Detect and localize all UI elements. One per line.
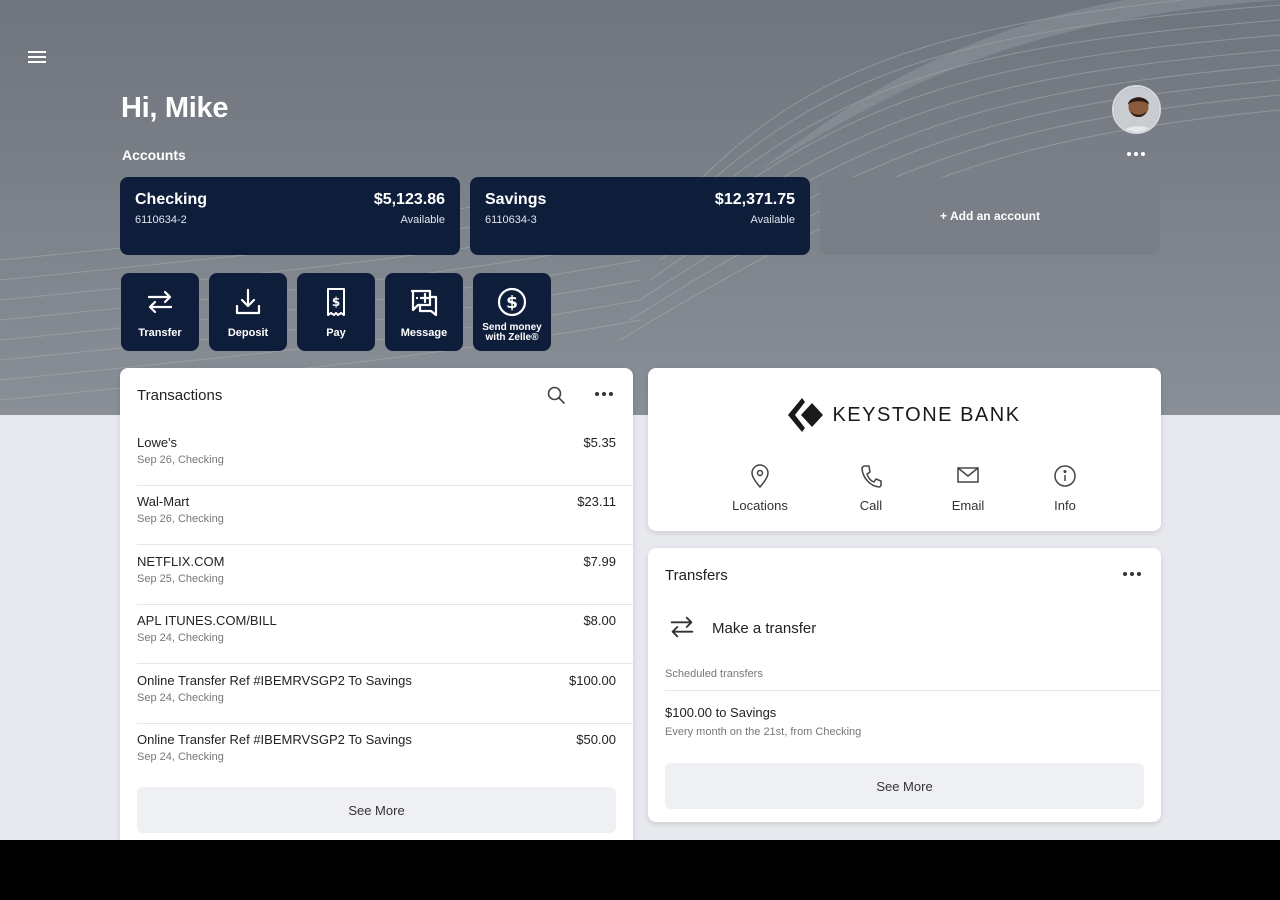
svg-text:$: $ [332, 295, 340, 309]
transaction-row[interactable]: Online Transfer Ref #IBEMRVSGP2 To Savin… [120, 724, 633, 783]
contact-label: Call [859, 498, 883, 513]
transactions-title: Transactions [137, 387, 223, 404]
make-transfer-button[interactable]: Make a transfer [665, 610, 965, 644]
transaction-description: Online Transfer Ref #IBEMRVSGP2 To Savin… [137, 673, 412, 688]
transaction-detail: Sep 24, Checking [137, 632, 224, 644]
location-pin-icon [715, 464, 805, 490]
account-balance: $12,371.75 [714, 191, 795, 208]
transaction-description: Wal-Mart [137, 494, 190, 509]
message-button[interactable]: Message [385, 273, 463, 351]
balance-label: Available [400, 214, 445, 226]
svg-text:$: $ [506, 293, 518, 313]
account-name: Checking [135, 191, 208, 208]
deposit-button[interactable]: Deposit [209, 273, 287, 351]
quick-action-label: Pay [326, 327, 346, 339]
scheduled-transfer-item[interactable]: $100.00 to Savings Every month on the 21… [665, 705, 1135, 745]
transaction-amount: $100.00 [569, 673, 616, 688]
info-icon [1020, 464, 1110, 490]
email-button[interactable]: Email [923, 464, 1013, 513]
row-divider [137, 544, 633, 545]
account-number: 6110634-3 [485, 214, 537, 226]
quick-action-label: Send money with Zelle® [482, 322, 542, 343]
account-balance: $5,123.86 [373, 191, 445, 208]
transaction-detail: Sep 24, Checking [137, 751, 224, 763]
row-divider [137, 663, 633, 664]
account-card-checking[interactable]: Checking 6110634-2 $5,123.86 Available [120, 177, 460, 255]
bank-name: KEYSTONE BANK [832, 403, 1021, 426]
zelle-dollar-icon: $ [473, 286, 551, 318]
contact-label: Email [951, 498, 985, 513]
bottom-black-bar [0, 840, 1280, 900]
call-button[interactable]: Call [826, 464, 916, 513]
transfer-icon [121, 286, 199, 318]
transfer-button[interactable]: Transfer [121, 273, 199, 351]
transaction-amount: $23.11 [577, 494, 616, 509]
send-money-zelle-button[interactable]: $ Send money with Zelle® [473, 273, 551, 351]
transaction-description: Lowe's [137, 435, 178, 450]
transaction-row[interactable]: NETFLIX.COM Sep 25, Checking $7.99 [120, 546, 633, 605]
contact-label: Locations [732, 498, 788, 513]
transaction-detail: Sep 26, Checking [137, 513, 224, 525]
locations-button[interactable]: Locations [715, 464, 805, 513]
scheduled-transfers-label: Scheduled transfers [665, 668, 763, 680]
quick-action-label: Message [400, 327, 448, 339]
transactions-card: Transactions Lowe's Sep 26, Checking $5.… [120, 368, 633, 848]
transaction-description: NETFLIX.COM [137, 554, 225, 569]
scheduled-transfer-title: $100.00 to Savings [665, 705, 777, 720]
scheduled-transfer-detail: Every month on the 21st, from Checking [665, 726, 862, 738]
message-icon [385, 286, 463, 318]
quick-action-label: Transfer [138, 327, 182, 339]
pay-icon: $ [297, 286, 375, 318]
bank-contact-card: KEYSTONE BANK Locations Call Email Info [648, 368, 1161, 531]
deposit-icon [209, 286, 287, 318]
accounts-section-label: Accounts [122, 147, 186, 163]
transaction-amount: $7.99 [583, 554, 616, 569]
transaction-description: Online Transfer Ref #IBEMRVSGP2 To Savin… [137, 732, 412, 747]
contact-label: Info [1054, 498, 1076, 513]
greeting-title: Hi, Mike [121, 92, 229, 124]
make-transfer-label: Make a transfer [712, 620, 817, 637]
profile-avatar[interactable] [1112, 85, 1161, 134]
phone-icon [826, 464, 916, 490]
transfers-card: Transfers Make a transfer Scheduled tran… [648, 548, 1161, 822]
email-icon [923, 464, 1013, 490]
transactions-more-icon[interactable] [592, 386, 616, 402]
pay-button[interactable]: $ Pay [297, 273, 375, 351]
account-card-savings[interactable]: Savings 6110634-3 $12,371.75 Available [470, 177, 810, 255]
transfer-icon [670, 616, 694, 638]
transaction-detail: Sep 24, Checking [137, 692, 224, 704]
balance-label: Available [750, 214, 795, 226]
transaction-amount: $50.00 [576, 732, 616, 747]
search-icon[interactable] [545, 384, 567, 406]
info-button[interactable]: Info [1020, 464, 1110, 513]
transaction-description: APL ITUNES.COM/BILL [137, 613, 277, 628]
account-number: 6110634-2 [135, 214, 187, 226]
transaction-row[interactable]: APL ITUNES.COM/BILL Sep 24, Checking $8.… [120, 605, 633, 664]
quick-action-label: Deposit [227, 327, 269, 339]
bank-logo: KEYSTONE BANK [648, 398, 1161, 432]
transaction-row[interactable]: Wal-Mart Sep 26, Checking $23.11 [120, 486, 633, 545]
transaction-row[interactable]: Lowe's Sep 26, Checking $5.35 [120, 427, 633, 486]
transaction-detail: Sep 26, Checking [137, 454, 224, 466]
transaction-detail: Sep 25, Checking [137, 573, 224, 585]
transaction-amount: $8.00 [583, 613, 616, 628]
account-name: Savings [485, 191, 547, 208]
keystone-logo-icon [788, 398, 824, 432]
transfers-title: Transfers [665, 567, 728, 584]
add-account-button[interactable]: + Add an account [820, 177, 1160, 255]
transaction-amount: $5.35 [583, 435, 616, 450]
transaction-row[interactable]: Online Transfer Ref #IBEMRVSGP2 To Savin… [120, 665, 633, 724]
row-divider [665, 690, 1161, 691]
accounts-more-icon[interactable] [1122, 146, 1150, 162]
transfers-more-icon[interactable] [1120, 566, 1144, 582]
hamburger-menu-icon[interactable] [24, 44, 50, 70]
transfers-see-more-button[interactable]: See More [665, 763, 1144, 809]
transactions-see-more-button[interactable]: See More [137, 787, 616, 833]
